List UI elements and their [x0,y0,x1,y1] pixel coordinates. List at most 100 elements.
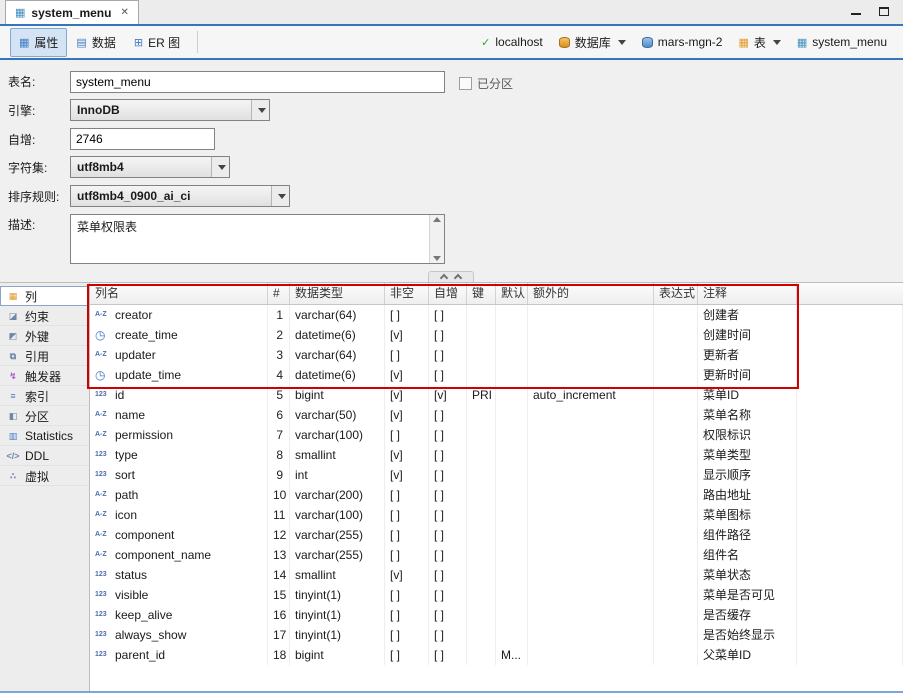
grid-header-7[interactable]: 额外的 [528,283,654,304]
data-icon: ▤ [76,36,87,49]
cell-extra [528,545,654,565]
breadcrumb-connection[interactable]: ✓ localhost [481,35,543,49]
cell-default [496,405,528,425]
table-row[interactable]: 123 parent_id 18 bigint[ ][ ] M... 父菜单ID [90,645,903,665]
table-row[interactable]: A-Z path 10 varchar(200)[ ][ ] 路由地址 [90,485,903,505]
table-row[interactable]: A-Z component_name 13 varchar(255)[ ][ ] 组件名 [90,545,903,565]
grid-header-9[interactable]: 注释 [698,283,797,304]
partitioned-checkbox[interactable] [459,77,472,90]
cell-type: smallint [290,565,385,585]
table-row[interactable]: 123 type 8 smallint [v][ ] 菜单类型 [90,445,903,465]
breadcrumb-database-selector[interactable]: 数据库 [558,34,626,51]
table-row[interactable]: A-Z updater 3 varchar(64)[ ][ ] 更新者 [90,345,903,365]
breadcrumb-label: 表 [753,35,766,50]
sidebar-item-columns[interactable]: ▦ 列 [0,286,89,306]
table-row[interactable]: ◷ update_time 4 datetime(6) [v][ ] 更新时间 [90,365,903,385]
number-icon: 123 [95,571,107,578]
grid-header-0[interactable]: 列名 [90,283,268,304]
auto-increment-input[interactable] [70,128,215,150]
charset-select[interactable]: utf8mb4 [70,156,230,178]
breadcrumb-table[interactable]: ▦ system_menu [797,35,887,49]
minimize-button[interactable] [851,7,861,16]
table-row[interactable]: 123 always_show 17 tinyint(1)[ ][ ] 是否始终显示 [90,625,903,645]
sidebar-item-indexes[interactable]: ≡ 索引 [0,386,89,406]
table-name-input[interactable] [70,71,445,93]
references-icon: ⧉ [9,350,17,361]
table-row[interactable]: A-Z component 12 varchar(255)[ ][ ] 组件路径 [90,525,903,545]
grid-header-1[interactable]: # [268,283,290,304]
description-scrollbar[interactable] [429,215,444,263]
grid-header-3[interactable]: 非空 [385,283,429,304]
scroll-up-icon[interactable] [433,217,441,222]
cell-type: bigint [290,385,385,405]
tables-icon: ▦ [738,36,749,49]
cell-default [496,525,528,545]
cell-auto-increment: [ ] [429,405,467,425]
breadcrumb-schema[interactable]: mars-mgn-2 [641,35,722,49]
partitioned-checkbox-group[interactable]: 已分区 [459,75,513,92]
chevron-down-icon[interactable] [772,39,781,45]
cell-num: 6 [268,405,290,425]
sidebar-item-triggers[interactable]: ↯ 触发器 [0,366,89,386]
sidebar-item-ddl[interactable]: </> DDL [0,446,89,466]
scroll-down-icon[interactable] [433,256,441,261]
grid-header-6[interactable]: 默认 [496,283,528,304]
cell-key [467,605,496,625]
datetime-icon: ◷ [95,368,106,382]
cell-comment: 路由地址 [698,485,797,505]
sidebar-item-statistics[interactable]: ▥ Statistics [0,426,89,446]
cell-type: varchar(50) [290,405,385,425]
tab-properties[interactable]: ▦ 属性 [10,27,68,57]
cell-extra [528,465,654,485]
breadcrumb-table-selector[interactable]: ▦ 表 [738,34,781,51]
cell-type: varchar(100) [290,505,385,525]
sidebar-item-constraints[interactable]: ◪ 约束 [0,306,89,326]
minimize-icon [851,13,861,15]
number-icon: 123 [95,611,107,618]
table-row[interactable]: 123 keep_alive 16 tinyint(1)[ ][ ] 是否缓存 [90,605,903,625]
table-row[interactable]: ◷ create_time 2 datetime(6) [v][ ] 创建时间 [90,325,903,345]
close-icon[interactable]: ✕ [120,7,128,18]
table-row[interactable]: A-Z name 6 varchar(50) [v][ ] 菜单名称 [90,405,903,425]
grid-header-4[interactable]: 自增 [429,283,467,304]
cell-auto-increment: [ ] [429,365,467,385]
table-row[interactable]: A-Z permission 7 varchar(100)[ ][ ] 权限标识 [90,425,903,445]
cell-num: 1 [268,305,290,325]
table-row[interactable]: 123 id 5 bigint [v] [v] PRI auto_increment 菜单ID [90,385,903,405]
tab-data[interactable]: ▤ 数据 [67,28,124,57]
number-icon: 123 [95,651,107,658]
editor-tab-system-menu[interactable]: ▦ system_menu ✕ [5,0,139,24]
columns-icon: ▦ [8,290,18,301]
cell-column-name: 123 type [90,445,268,465]
cell-type: varchar(64) [290,345,385,365]
sidebar-item-foreign-keys[interactable]: ◩ 外键 [0,326,89,346]
grid-header-5[interactable]: 键 [467,283,496,304]
grid-header-2[interactable]: 数据类型 [290,283,385,304]
cell-default [496,425,528,445]
description-text: 菜单权限表 [77,220,138,234]
table-row[interactable]: 123 visible 15 tinyint(1)[ ][ ] 菜单是否可见 [90,585,903,605]
table-row[interactable]: A-Z icon 11 varchar(100)[ ][ ] 菜单图标 [90,505,903,525]
sidebar-item-references[interactable]: ⧉ 引用 [0,346,89,366]
sidebar-item-partitions[interactable]: ◧ 分区 [0,406,89,426]
table-row[interactable]: A-Z creator 1 varchar(64)[ ][ ] 创建者 [90,305,903,325]
cell-not-null: [ ] [385,425,429,445]
grid-header-8[interactable]: 表达式 [654,283,698,304]
collation-select[interactable]: utf8mb4_0900_ai_ci [70,185,290,207]
chevron-down-icon[interactable] [617,39,626,45]
string-icon: A-Z [95,411,107,418]
sidebar-item-virtual[interactable]: ∴ 虚拟 [0,466,89,486]
collation-label: 排序规则: [8,190,60,204]
cell-type: smallint [290,445,385,465]
cell-comment: 菜单类型 [698,445,797,465]
table-row[interactable]: 123 status 14 smallint [v][ ] 菜单状态 [90,565,903,585]
engine-select[interactable]: InnoDB [70,99,270,121]
table-row[interactable]: 123 sort 9 int [v][ ] 显示顺序 [90,465,903,485]
cell-expression [654,525,698,545]
breadcrumb-label: system_menu [812,35,887,49]
maximize-button[interactable] [879,7,889,16]
tab-er-diagram[interactable]: ⊞ ER 图 [125,28,189,57]
collapse-panel-handle[interactable] [428,271,474,283]
cell-expression [654,465,698,485]
description-textarea[interactable]: 菜单权限表 [70,214,445,264]
